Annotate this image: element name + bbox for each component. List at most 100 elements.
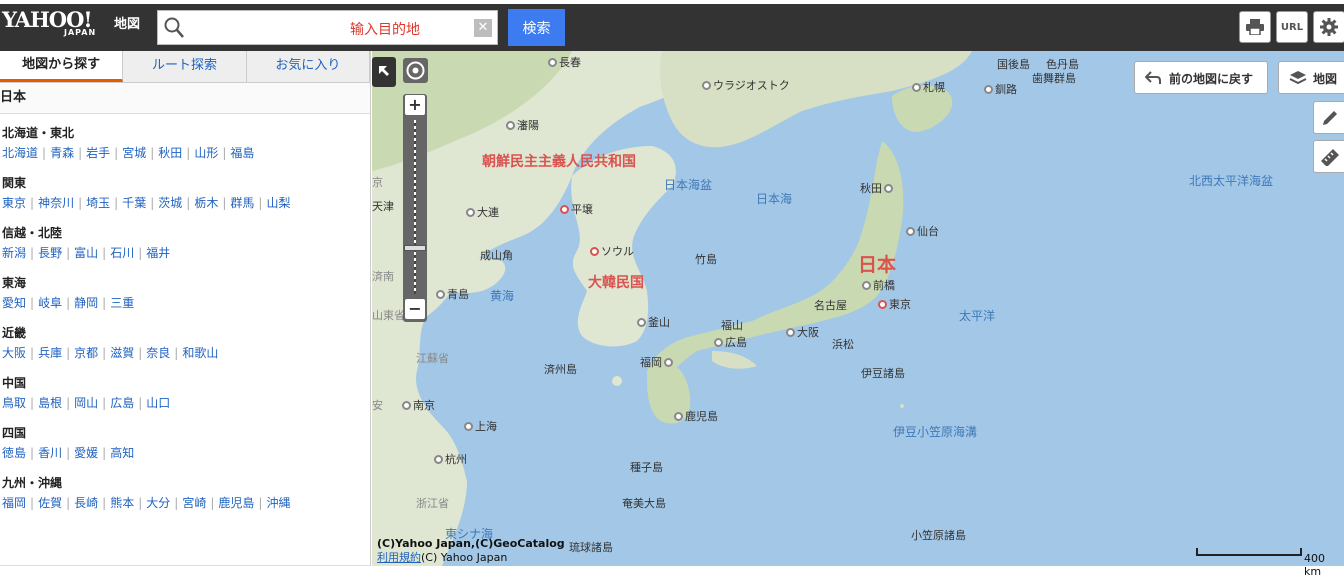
prefecture-link[interactable]: 鹿児島: [218, 496, 254, 510]
back-to-previous-map-button[interactable]: 前の地図に戻す: [1134, 61, 1268, 94]
zoom-slider-handle[interactable]: [404, 245, 426, 251]
separator: |: [102, 296, 107, 310]
prefecture-link[interactable]: 神奈川: [38, 196, 74, 210]
prefecture-link[interactable]: 大分: [146, 496, 170, 510]
separator: |: [138, 496, 143, 510]
prefecture-link[interactable]: 長野: [38, 246, 62, 260]
prefecture-link[interactable]: 富山: [74, 246, 98, 260]
prefecture-link[interactable]: 鳥取: [2, 396, 26, 410]
prefecture-link[interactable]: 島根: [38, 396, 62, 410]
settings-button[interactable]: [1313, 11, 1344, 43]
prefecture-link[interactable]: 奈良: [146, 346, 170, 360]
partial-label: 済南: [372, 270, 394, 283]
prefecture-link[interactable]: 山口: [146, 396, 170, 410]
prefecture-link[interactable]: 千葉: [122, 196, 146, 210]
region-links: 鳥取 | 島根 | 岡山 | 広島 | 山口: [2, 393, 370, 413]
region-title: 東海: [2, 276, 27, 290]
separator: |: [66, 496, 71, 510]
prefecture-link[interactable]: 広島: [110, 396, 134, 410]
prefecture-link[interactable]: 京都: [74, 346, 98, 360]
copyright-text: (C)Yahoo Japan,(C)GeoCatalog: [377, 537, 565, 550]
yahoo-logo[interactable]: YAHOO! JAPAN 地図: [2, 9, 140, 37]
prefecture-link[interactable]: 栃木: [194, 196, 218, 210]
prefecture-link[interactable]: 熊本: [110, 496, 134, 510]
prefecture-link[interactable]: 高知: [110, 446, 134, 460]
prefecture-link[interactable]: 福島: [230, 146, 254, 160]
prefecture-link[interactable]: 青森: [50, 146, 74, 160]
separator: |: [210, 496, 215, 510]
prefecture-link[interactable]: 群馬: [230, 196, 254, 210]
region-group: 近畿 大阪 | 兵庫 | 京都 | 滋賀 | 奈良 | 和歌山: [0, 323, 370, 373]
city-label: 青島: [436, 286, 469, 302]
prefecture-link[interactable]: 北海道: [2, 146, 38, 160]
tab-route-search[interactable]: ルート探索: [123, 51, 247, 82]
search-button[interactable]: 検索: [508, 9, 565, 46]
prefecture-link[interactable]: 秋田: [158, 146, 182, 160]
prefecture-link[interactable]: 静岡: [74, 296, 98, 310]
zoom-slider-track[interactable]: [414, 120, 416, 294]
prefecture-link[interactable]: 岡山: [74, 396, 98, 410]
map-layer-button[interactable]: 地図: [1278, 61, 1344, 94]
prefecture-link[interactable]: 福井: [146, 246, 170, 260]
prefecture-link[interactable]: 徳島: [2, 446, 26, 460]
prefecture-link[interactable]: 岩手: [86, 146, 110, 160]
prefecture-link[interactable]: 兵庫: [38, 346, 62, 360]
separator: |: [114, 196, 119, 210]
compass-icon: [406, 61, 425, 80]
separator: |: [150, 146, 155, 160]
prefecture-link[interactable]: 宮城: [122, 146, 146, 160]
collapse-panel-button[interactable]: [372, 57, 396, 87]
draw-button[interactable]: [1313, 101, 1344, 134]
region-title: 九州・沖縄: [2, 476, 63, 490]
prefecture-link[interactable]: 新潟: [2, 246, 26, 260]
prefecture-link[interactable]: 三重: [110, 296, 134, 310]
prefecture-link[interactable]: 東京: [2, 196, 26, 210]
prefecture-link[interactable]: 佐賀: [38, 496, 62, 510]
prefecture-link[interactable]: 愛媛: [74, 446, 98, 460]
print-button[interactable]: [1239, 11, 1271, 43]
prefecture-link[interactable]: 和歌山: [182, 346, 218, 360]
prefecture-link[interactable]: 茨城: [158, 196, 182, 210]
tab-browse-map[interactable]: 地図から探す: [0, 51, 124, 82]
zoom-out-button[interactable]: −: [405, 299, 425, 319]
prefecture-link[interactable]: 岐阜: [38, 296, 62, 310]
city-label: 札幌: [912, 79, 945, 95]
prefecture-link[interactable]: 山形: [194, 146, 218, 160]
zoom-control: + −: [403, 94, 427, 322]
separator: |: [78, 196, 83, 210]
compass-button[interactable]: [403, 58, 428, 83]
prefecture-link[interactable]: 香川: [38, 446, 62, 460]
prefecture-link[interactable]: 長崎: [74, 496, 98, 510]
prefecture-link[interactable]: 山梨: [266, 196, 290, 210]
city-label: 大連: [466, 204, 499, 220]
zoom-in-button[interactable]: +: [405, 95, 425, 115]
url-button[interactable]: URL: [1276, 11, 1308, 43]
terms-link[interactable]: 利用規約: [377, 551, 421, 564]
search-box[interactable]: 输入目的地 ✕: [157, 10, 498, 45]
clear-icon[interactable]: ✕: [474, 19, 492, 37]
prefecture-link[interactable]: 宮崎: [182, 496, 206, 510]
prefecture-link[interactable]: 埼玉: [86, 196, 110, 210]
layer-button-label: 地図: [1313, 72, 1338, 86]
city-label: 竹島: [695, 253, 717, 266]
prefecture-link[interactable]: 福岡: [2, 496, 26, 510]
city-label: 鹿児島: [674, 408, 718, 424]
city-label: 釜山: [637, 314, 670, 330]
city-label: ウラジオストク: [702, 77, 790, 93]
region-group: 信越・北陸 新潟 | 長野 | 富山 | 石川 | 福井: [0, 223, 370, 273]
print-icon: [1246, 19, 1264, 35]
map-view[interactable]: 長春 ウラジオストク 札幌 釧路 瀋陽 秋田 平壌 大連 ソウル 仙台 天津 成…: [372, 51, 1344, 566]
prefecture-link[interactable]: 石川: [110, 246, 134, 260]
separator: |: [66, 396, 71, 410]
search-input[interactable]: [188, 15, 468, 40]
breadcrumb: 日本: [0, 83, 370, 114]
measure-button[interactable]: [1313, 140, 1344, 173]
tab-favorites[interactable]: お気に入り: [246, 51, 370, 82]
prefecture-link[interactable]: 大阪: [2, 346, 26, 360]
prefecture-link[interactable]: 沖縄: [266, 496, 290, 510]
scale-label: 400 km: [1304, 552, 1325, 578]
separator: |: [138, 396, 143, 410]
prefecture-link[interactable]: 愛知: [2, 296, 26, 310]
prefecture-link[interactable]: 滋賀: [110, 346, 134, 360]
region-group: 九州・沖縄 福岡 | 佐賀 | 長崎 | 熊本 | 大分 | 宮崎 | 鹿児島 | 沖縄: [0, 473, 370, 523]
